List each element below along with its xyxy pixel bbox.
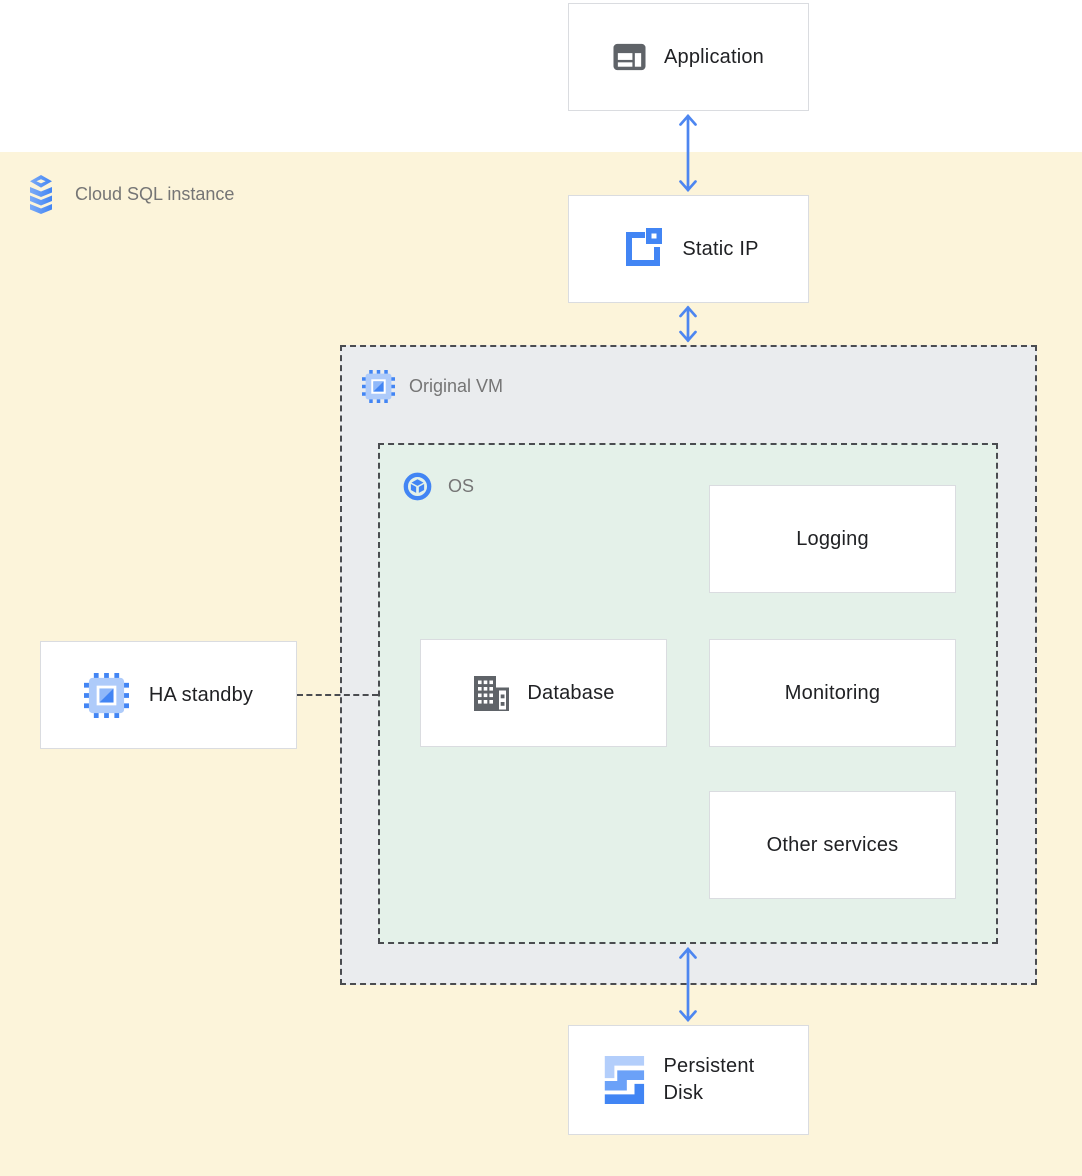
os-label: OS <box>402 471 474 502</box>
arrow-os-persistentdisk <box>675 945 701 1024</box>
dashed-link-ha-to-vm <box>297 694 378 696</box>
node-label: Monitoring <box>785 682 880 705</box>
zone-label-text: Cloud SQL instance <box>75 184 234 205</box>
static-ip-icon <box>618 226 664 272</box>
zone-label-text: OS <box>448 476 474 497</box>
node-logging: Logging <box>709 485 956 593</box>
node-label: Persistent Disk <box>664 1053 778 1107</box>
node-ha-standby: HA standby <box>40 641 297 749</box>
node-label: Application <box>664 46 764 69</box>
cloud-sql-instance-label: Cloud SQL instance <box>24 174 234 215</box>
original-vm-label: Original VM <box>362 370 503 403</box>
diagram-canvas: Cloud SQL instance Application Static IP <box>0 0 1082 1176</box>
compute-engine-chip-icon <box>362 370 395 403</box>
node-persistent-disk: Persistent Disk <box>568 1025 809 1135</box>
node-label: Other services <box>767 834 899 857</box>
os-hub-circle-icon <box>402 471 433 502</box>
original-vm-zone: Original VM OS Logging <box>340 345 1037 985</box>
node-static-ip: Static IP <box>568 195 809 303</box>
arrow-staticip-vm <box>675 304 701 344</box>
arrow-application-staticip <box>675 112 701 194</box>
os-zone: OS Logging Database Monit <box>378 443 998 944</box>
compute-engine-chip-icon <box>84 673 129 718</box>
node-monitoring: Monitoring <box>709 639 956 747</box>
node-label: Database <box>527 682 614 705</box>
cloud-sql-icon <box>24 174 58 215</box>
node-application: Application <box>568 3 809 111</box>
persistent-disk-icon <box>600 1055 646 1105</box>
node-other-services: Other services <box>709 791 956 899</box>
zone-label-text: Original VM <box>409 376 503 397</box>
node-label: HA standby <box>149 684 253 707</box>
node-database: Database <box>420 639 667 747</box>
node-label: Logging <box>796 528 869 551</box>
node-label: Static IP <box>682 238 758 261</box>
database-building-icon <box>472 676 509 711</box>
application-window-icon <box>613 43 646 71</box>
